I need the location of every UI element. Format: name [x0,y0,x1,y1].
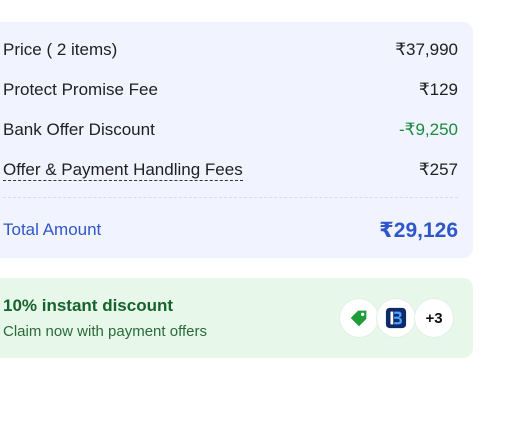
price-tag-icon [340,299,378,337]
protect-promise-fee-row: Protect Promise Fee ₹129 [3,78,458,102]
total-amount-row: Total Amount ₹29,126 [3,217,458,243]
price-row: Price ( 2 items) ₹37,990 [3,38,458,62]
total-amount-label: Total Amount [3,220,102,239]
bank-offer-discount-row: Bank Offer Discount -₹9,250 [3,118,458,142]
more-offers-badge[interactable]: +3 [415,299,453,337]
protect-promise-fee-value: ₹129 [418,80,458,99]
summary-divider [3,197,458,198]
offer-subtitle: Claim now with payment offers [3,323,207,340]
price-label: Price ( 2 items) [3,40,118,59]
total-amount-value: ₹29,126 [379,218,458,242]
bank-offer-discount-value: -₹9,250 [398,120,458,139]
offer-title: 10% instant discount [3,296,174,315]
handling-fees-label[interactable]: Offer & Payment Handling Fees [3,160,243,181]
price-value: ₹37,990 [395,40,458,59]
handling-fees-row: Offer & Payment Handling Fees ₹257 [3,158,458,182]
bank-logo-icon [377,299,415,337]
bank-offer-discount-label: Bank Offer Discount [3,120,155,139]
protect-promise-fee-label: Protect Promise Fee [3,80,158,99]
handling-fees-value: ₹257 [418,160,458,179]
